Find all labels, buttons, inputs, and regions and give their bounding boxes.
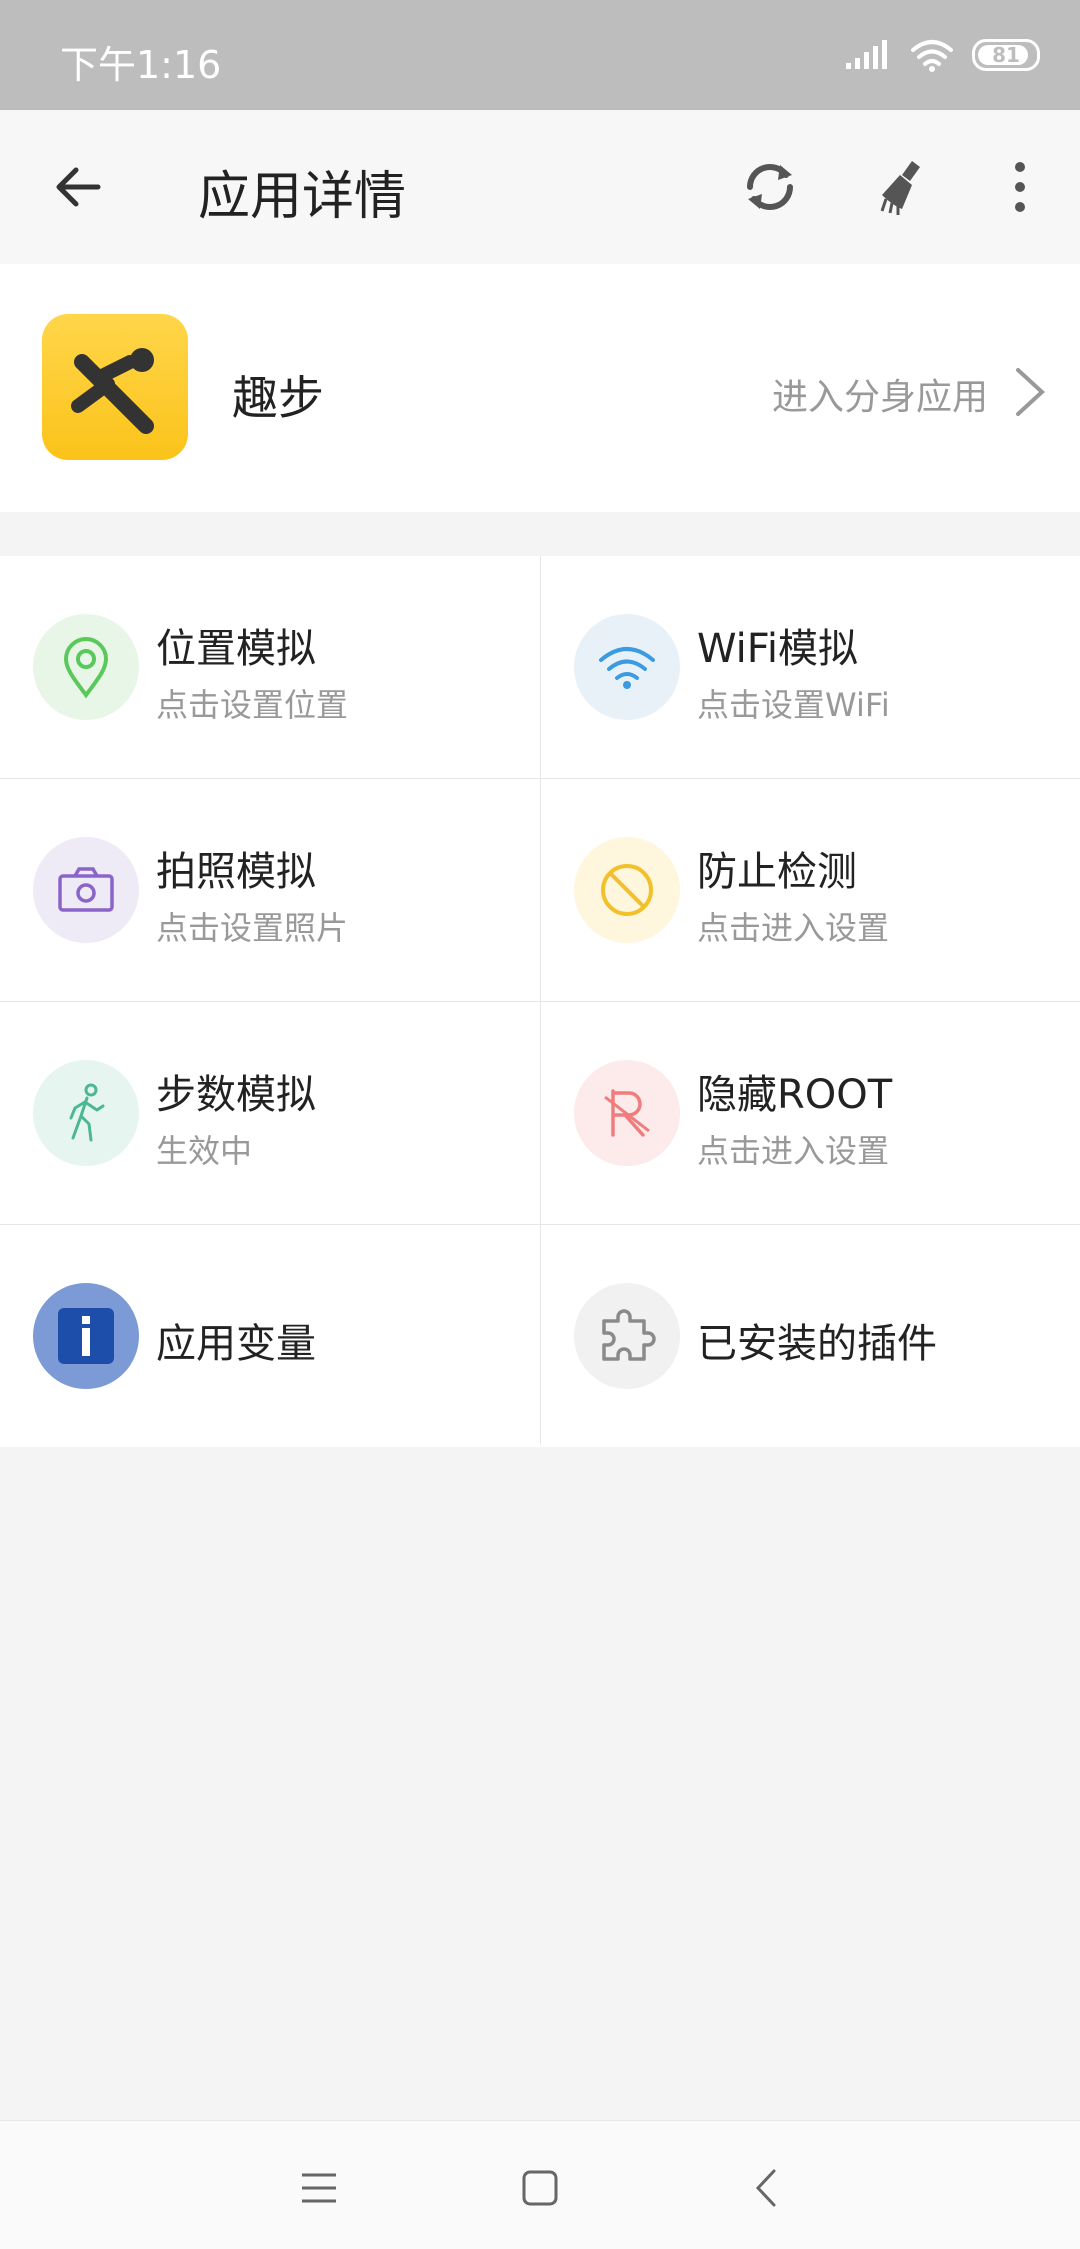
puzzle-icon [574, 1283, 680, 1389]
battery-icon: 81 [972, 39, 1040, 71]
item-title: 防止检测 [697, 849, 857, 895]
more-options-icon[interactable] [988, 155, 1052, 219]
status-time: 下午1:16 [60, 43, 222, 87]
app-name: 趣步 [232, 371, 324, 425]
item-subtitle: 点击进入设置 [697, 1132, 890, 1170]
item-subtitle: 点击设置位置 [156, 686, 349, 724]
signal-icon [846, 40, 887, 69]
block-icon [574, 837, 680, 943]
home-icon[interactable] [517, 2165, 563, 2211]
item-title: 位置模拟 [156, 626, 316, 672]
item-title: WiFi模拟 [697, 626, 858, 672]
location-pin-icon [33, 614, 139, 720]
item-title: 拍照模拟 [156, 849, 316, 895]
camera-simulation-item[interactable]: 拍照模拟 点击设置照片 [0, 779, 540, 1001]
chevron-right-icon [1016, 368, 1045, 416]
anti-detection-item[interactable]: 防止检测 点击进入设置 [541, 779, 1080, 1001]
item-subtitle: 点击进入设置 [697, 909, 890, 947]
page-title: 应用详情 [198, 167, 407, 227]
enter-clone-app-link[interactable]: 进入分身应用 [772, 368, 988, 420]
battery-level: 81 [992, 43, 1020, 67]
step-simulation-item[interactable]: 步数模拟 生效中 [0, 1002, 540, 1224]
back-arrow-icon[interactable] [48, 157, 108, 217]
toolbar: 应用详情 [0, 110, 1080, 264]
item-title: 已安装的插件 [697, 1321, 937, 1367]
item-subtitle: 点击设置照片 [156, 909, 349, 947]
camera-icon [33, 837, 139, 943]
refresh-icon[interactable] [738, 155, 802, 219]
walking-icon [33, 1060, 139, 1166]
item-subtitle: 点击设置WiFi [697, 686, 890, 724]
location-simulation-item[interactable]: 位置模拟 点击设置位置 [0, 556, 540, 778]
broom-clean-icon[interactable] [872, 155, 936, 219]
app-variables-item[interactable]: 应用变量 [0, 1225, 540, 1447]
item-title: 隐藏ROOT [697, 1072, 893, 1118]
item-title: 应用变量 [156, 1321, 316, 1367]
menu-icon[interactable] [296, 2165, 342, 2211]
back-nav-icon[interactable] [744, 2165, 790, 2211]
wifi-status-icon [911, 40, 953, 72]
status-bar: 下午1:16 81 [0, 0, 1080, 110]
wifi-icon [574, 614, 680, 720]
hide-root-item[interactable]: 隐藏ROOT 点击进入设置 [541, 1002, 1080, 1224]
item-title: 步数模拟 [156, 1072, 316, 1118]
info-icon [33, 1283, 139, 1389]
system-nav-bar [0, 2120, 1080, 2249]
status-icons: 81 [846, 38, 1040, 72]
runner-logo-icon [71, 348, 154, 434]
app-icon [42, 314, 188, 460]
app-header[interactable]: 趣步 进入分身应用 [0, 264, 1080, 512]
installed-plugins-item[interactable]: 已安装的插件 [541, 1225, 1080, 1447]
item-subtitle: 生效中 [156, 1132, 253, 1170]
wifi-simulation-item[interactable]: WiFi模拟 点击设置WiFi [541, 556, 1080, 778]
no-root-icon [574, 1060, 680, 1166]
feature-grid: 位置模拟 点击设置位置 WiFi模拟 点击设置WiFi 拍照模拟 点击设置照片 … [0, 556, 1080, 1447]
